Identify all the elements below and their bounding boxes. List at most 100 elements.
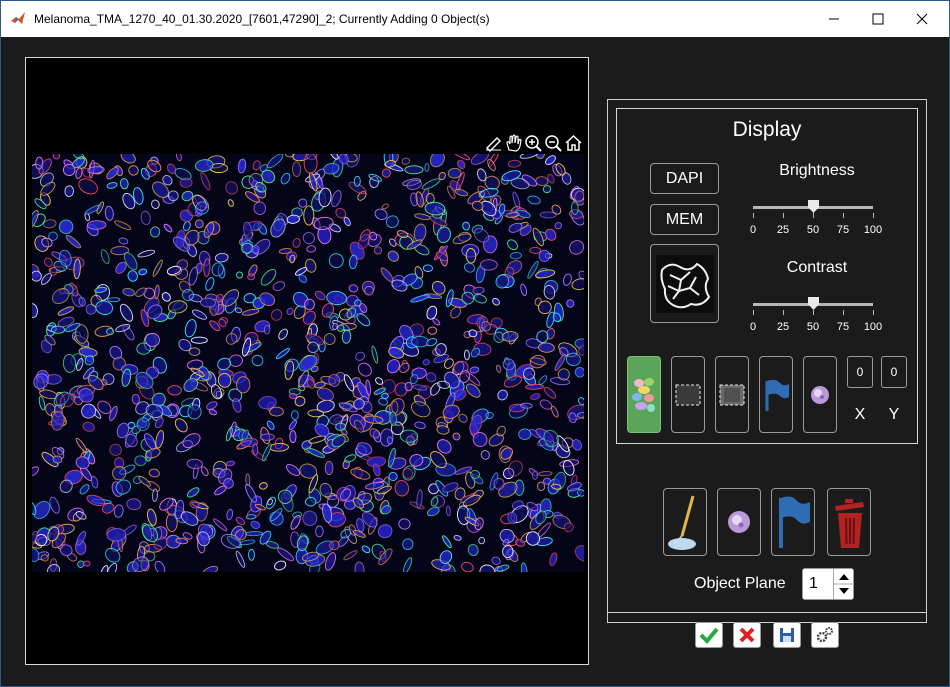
cell-outline <box>83 560 91 567</box>
cell-outline <box>184 319 197 338</box>
cell-outline <box>113 504 124 518</box>
object-plane-spinner[interactable]: 1 <box>802 568 854 600</box>
cell-outline <box>422 264 433 272</box>
membrane-texture-button[interactable] <box>650 244 719 323</box>
cell-outline <box>65 234 82 249</box>
cell-outline <box>200 466 209 477</box>
draw-object-button[interactable] <box>663 488 707 556</box>
brightness-slider-thumb[interactable] <box>808 200 819 213</box>
up-down-arrows-icon[interactable] <box>834 569 854 599</box>
cell-outline <box>520 562 528 572</box>
contrast-slider-thumb[interactable] <box>808 297 819 310</box>
cell-outline <box>274 560 287 571</box>
cell-outline <box>507 239 518 251</box>
minimize-button[interactable] <box>811 1 857 37</box>
tick-label: 25 <box>776 224 790 236</box>
filled-box-button[interactable] <box>715 356 749 433</box>
maximize-button[interactable] <box>855 1 901 37</box>
cell-outline <box>232 398 242 413</box>
cell-outline <box>57 306 75 316</box>
cell-outline <box>79 484 90 495</box>
data-tip-icon[interactable] <box>484 134 503 152</box>
cell-outline <box>404 381 413 392</box>
cell-outline <box>527 195 541 205</box>
cell-outline <box>305 496 317 507</box>
x-value-box[interactable]: 0 <box>847 356 873 388</box>
object-plane-label: Object Plane <box>694 575 786 592</box>
cell-outline <box>122 287 135 297</box>
cell-outline <box>290 515 301 530</box>
add-cell-button[interactable] <box>717 488 761 556</box>
cancel-button[interactable] <box>733 622 761 648</box>
cell-outline <box>40 554 49 562</box>
show-all-objects-button[interactable] <box>627 356 661 433</box>
cell-outline <box>259 482 268 490</box>
cell-outline <box>284 154 294 158</box>
spinner-arrows[interactable] <box>833 569 854 599</box>
cell-outline <box>128 165 139 176</box>
cell-outline <box>354 561 365 572</box>
home-icon[interactable] <box>564 134 583 152</box>
outline-box-button[interactable] <box>671 356 705 433</box>
cell-outline <box>58 219 74 235</box>
cell-outline <box>361 545 371 554</box>
app-window: Melanoma_TMA_1270_40_01.30.2020_[7601,47… <box>0 0 950 687</box>
cell-outline <box>155 430 165 449</box>
cell-outline <box>235 550 246 568</box>
settings-button[interactable] <box>811 622 839 648</box>
x-icon <box>739 627 755 643</box>
zoom-in-icon[interactable] <box>524 134 543 152</box>
cell-outline <box>253 201 267 216</box>
cell-outline <box>324 460 334 476</box>
object-plane-value: 1 <box>809 575 818 592</box>
flag-object-button[interactable] <box>771 488 815 556</box>
cell-outline <box>543 386 557 399</box>
tick <box>843 310 844 315</box>
tissue-image[interactable] <box>32 154 584 572</box>
cell-outline <box>566 299 575 308</box>
cell-outline <box>163 223 173 233</box>
cell-outline <box>493 477 505 490</box>
x-label: X <box>854 406 866 423</box>
cell-outline <box>445 505 451 517</box>
image-panel <box>25 57 589 665</box>
cell-outline <box>148 468 160 478</box>
cell-outline <box>44 257 53 267</box>
cell-outline <box>64 185 74 198</box>
cell-outline <box>394 479 409 497</box>
confirm-button[interactable] <box>695 622 723 648</box>
cell-outline <box>314 381 326 389</box>
pan-hand-icon[interactable] <box>504 134 523 152</box>
cell-outline <box>183 220 191 232</box>
cell-outline <box>509 252 522 260</box>
cell-outline <box>421 178 441 190</box>
cell-outline <box>479 564 496 572</box>
cell-outline <box>412 384 428 391</box>
tick <box>843 213 844 218</box>
cell-outline <box>225 460 235 467</box>
cell-outline <box>306 245 317 253</box>
cell-view-button[interactable] <box>803 356 837 433</box>
cell-outline <box>414 213 431 221</box>
dapi-button[interactable]: DAPI <box>650 163 719 194</box>
flag-view-button[interactable] <box>759 356 793 433</box>
mem-button[interactable]: MEM <box>650 204 719 235</box>
cell-outline <box>315 525 324 538</box>
cell-outline <box>571 200 579 215</box>
cell-outline <box>491 556 501 566</box>
cell-outline <box>86 494 106 507</box>
cell-outline <box>100 249 110 264</box>
zoom-out-icon[interactable] <box>544 134 563 152</box>
delete-object-button[interactable] <box>827 488 871 556</box>
close-button[interactable] <box>899 1 945 37</box>
cell-outline <box>161 292 171 302</box>
cell-outline <box>479 259 498 271</box>
cell-outline <box>292 238 301 248</box>
cell-outline <box>554 222 562 230</box>
cell-outline <box>270 309 283 321</box>
tick <box>783 310 784 315</box>
save-button[interactable] <box>773 622 801 648</box>
cell-outline <box>470 154 489 165</box>
y-value-box[interactable]: 0 <box>881 356 907 388</box>
cell-outline <box>120 154 136 164</box>
